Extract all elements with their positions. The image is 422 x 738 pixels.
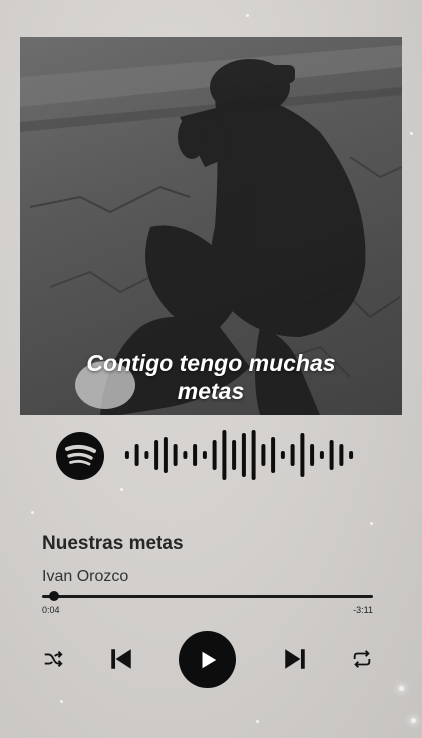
barcode-bar xyxy=(349,451,354,459)
barcode-bar xyxy=(212,440,217,470)
spotify-logo-icon xyxy=(56,432,104,480)
skip-previous-icon xyxy=(111,649,131,669)
barcode-bar xyxy=(310,444,315,466)
barcode-bar xyxy=(144,451,149,459)
previous-button[interactable] xyxy=(106,644,136,674)
lyric-overlay: Contigo tengo muchas metas xyxy=(20,349,402,405)
barcode-bar xyxy=(329,440,334,470)
sparkle-decoration xyxy=(411,718,416,723)
shuffle-button[interactable] xyxy=(40,646,66,672)
barcode-bar xyxy=(193,444,198,466)
repeat-icon xyxy=(353,650,371,668)
sparkle-decoration xyxy=(410,132,413,135)
progress-bar[interactable] xyxy=(42,591,373,601)
remaining-time: -3:11 xyxy=(353,605,373,615)
sparkle-decoration xyxy=(246,14,249,17)
barcode-bar xyxy=(271,437,276,473)
barcode-bar xyxy=(183,451,188,459)
skip-next-icon xyxy=(285,649,305,669)
barcode-bar xyxy=(261,444,266,466)
track-title: Nuestras metas xyxy=(42,533,184,554)
sparkle-decoration xyxy=(60,700,63,703)
play-icon xyxy=(202,651,216,668)
sparkle-decoration xyxy=(31,511,34,514)
barcode-bar xyxy=(154,440,159,470)
album-cover: Contigo tengo muchas metas xyxy=(20,37,402,415)
barcode-bar xyxy=(280,451,285,459)
play-button[interactable] xyxy=(179,631,236,688)
barcode-bar xyxy=(251,430,256,480)
barcode-bar xyxy=(290,444,295,466)
spotify-barcode xyxy=(124,430,354,480)
sparkle-decoration xyxy=(399,686,404,691)
barcode-bar xyxy=(202,451,207,459)
spotify-code[interactable] xyxy=(56,430,356,480)
barcode-bar xyxy=(173,444,178,466)
sparkle-decoration xyxy=(120,488,123,491)
repeat-button[interactable] xyxy=(349,646,375,672)
lyric-line: metas xyxy=(177,378,245,404)
shuffle-icon xyxy=(44,651,63,667)
barcode-bar xyxy=(241,433,246,477)
progress-knob[interactable] xyxy=(48,591,59,601)
player-screen: { "cover": { "lyric_lines": ["Contigo te… xyxy=(0,0,422,738)
barcode-bar xyxy=(319,451,324,459)
lyric-line: Contigo tengo muchas xyxy=(86,350,336,376)
barcode-bar xyxy=(232,440,237,470)
track-artist[interactable]: Ivan Orozco xyxy=(42,568,128,586)
sparkle-decoration xyxy=(370,522,373,525)
next-button[interactable] xyxy=(280,644,310,674)
barcode-bar xyxy=(124,451,129,459)
barcode-bar xyxy=(134,444,139,466)
elapsed-time: 0:04 xyxy=(42,605,60,615)
sparkle-decoration xyxy=(256,720,259,723)
barcode-bar xyxy=(339,444,344,466)
barcode-bar xyxy=(300,433,305,477)
barcode-bar xyxy=(163,437,168,473)
barcode-bar xyxy=(222,430,227,480)
